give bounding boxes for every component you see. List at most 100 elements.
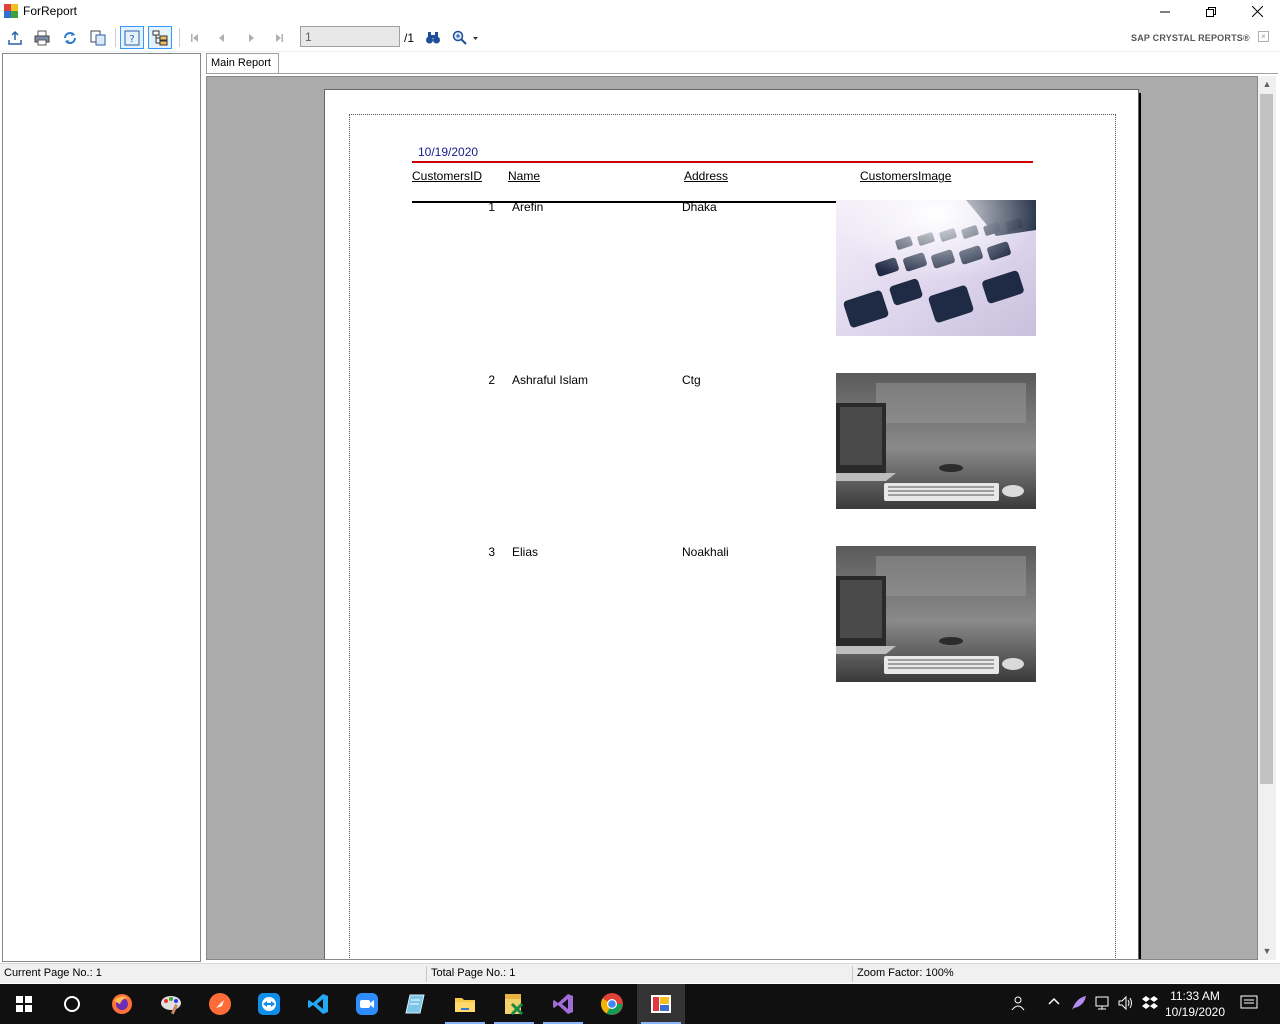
taskbar-firefox[interactable]: [98, 984, 146, 1024]
row-3-customer-image: [836, 546, 1036, 682]
network-icon[interactable]: [1094, 994, 1112, 1012]
taskbar-chrome[interactable]: [588, 984, 636, 1024]
binoculars-icon: [426, 31, 440, 43]
taskbar-paint[interactable]: [147, 984, 195, 1024]
sap-crystal-reports-brand: SAP CRYSTAL REPORTS®: [1131, 33, 1250, 43]
column-header-customers-image: CustomersImage: [860, 169, 952, 183]
page-total-label: /1: [404, 31, 415, 45]
zoom-app-icon: [356, 993, 378, 1015]
people-icon[interactable]: [1010, 994, 1026, 1012]
refresh-button[interactable]: [58, 26, 82, 49]
scroll-up-arrow-icon[interactable]: ▲: [1258, 76, 1276, 93]
chevron-up-icon[interactable]: [1048, 996, 1060, 1008]
scroll-down-arrow-icon[interactable]: ▼: [1258, 943, 1276, 960]
toggle-parameter-panel-button[interactable]: ?: [120, 26, 144, 49]
notification-center-icon[interactable]: [1240, 994, 1258, 1012]
first-page-button[interactable]: [183, 26, 207, 49]
taskbar-postman[interactable]: [196, 984, 244, 1024]
keyboard-closeup-photo: [836, 200, 1036, 336]
window-title: ForReport: [23, 4, 78, 18]
row-2-address: Ctg: [682, 373, 701, 387]
report-date: 10/19/2020: [418, 145, 479, 159]
status-bar: Current Page No.: 1 Total Page No.: 1 Zo…: [0, 963, 1280, 983]
copy-button[interactable]: [86, 26, 110, 49]
restore-icon: [1206, 6, 1216, 17]
dropbox-icon[interactable]: [1141, 994, 1159, 1012]
group-tree-panel[interactable]: [2, 53, 201, 962]
taskbar-forreport[interactable]: [637, 984, 685, 1024]
column-header-name: Name: [508, 169, 541, 183]
desk-laptop-keyboard-photo: [836, 373, 1036, 509]
toolbar-separator: [115, 28, 116, 47]
clock-time: 11:33 AM: [1170, 989, 1220, 1003]
scroll-thumb[interactable]: [1260, 94, 1273, 784]
taskbar-teamviewer[interactable]: [245, 984, 293, 1024]
zoom-icon: [452, 30, 478, 45]
clock-date: 10/19/2020: [1164, 1005, 1226, 1019]
column-header-address: Address: [684, 169, 729, 183]
close-button[interactable]: [1234, 0, 1280, 23]
report-page: 10/19/2020 CustomersID Name Address Cust…: [324, 89, 1139, 959]
tab-main-report[interactable]: Main Report: [206, 53, 279, 73]
row-3-id: 3: [488, 545, 495, 559]
vscode-icon: [308, 994, 328, 1014]
status-current-page: Current Page No.: 1: [4, 967, 102, 979]
taskbar-zoom[interactable]: [343, 984, 391, 1024]
last-page-button[interactable]: [267, 26, 291, 49]
cortana-search-icon: [64, 996, 80, 1012]
next-page-icon: [249, 33, 254, 42]
last-page-icon: [276, 33, 283, 42]
status-total-page: Total Page No.: 1: [431, 967, 516, 979]
svg-text:?: ?: [129, 34, 134, 45]
taskbar-vscode[interactable]: [294, 984, 342, 1024]
header-red-line: [412, 161, 1033, 163]
volume-icon[interactable]: [1117, 994, 1135, 1012]
forreport-icon: [651, 995, 671, 1013]
notepad-icon: [405, 994, 425, 1014]
row-2-id: 2: [488, 373, 495, 387]
row-3-address: Noakhali: [682, 545, 729, 559]
print-button[interactable]: [30, 26, 54, 49]
restore-button[interactable]: [1188, 0, 1234, 23]
postman-icon: [209, 993, 231, 1015]
toggle-group-tree-button[interactable]: [148, 26, 172, 49]
firefox-icon: [112, 994, 132, 1014]
report-viewer-area[interactable]: 10/19/2020 CustomersID Name Address Cust…: [206, 76, 1258, 960]
taskbar-file-explorer[interactable]: [441, 984, 489, 1024]
visual-studio-icon: [553, 994, 573, 1014]
close-icon: [1251, 6, 1263, 17]
desk-laptop-keyboard-photo: [836, 546, 1036, 682]
row-1-name: Arefin: [512, 200, 544, 214]
start-button[interactable]: [0, 984, 48, 1024]
find-text-button[interactable]: [421, 26, 445, 49]
feather-app-icon[interactable]: [1070, 994, 1088, 1012]
file-explorer-icon: [455, 998, 475, 1012]
export-button[interactable]: [3, 26, 27, 49]
row-1-customer-image: [836, 200, 1036, 336]
column-header-customers-id: CustomersID: [412, 169, 483, 183]
taskbar-data-tool[interactable]: [490, 984, 538, 1024]
minimize-button[interactable]: [1142, 0, 1188, 23]
zoom-button[interactable]: [449, 26, 483, 49]
title-bar: ForReport: [0, 0, 1280, 23]
previous-page-button[interactable]: [210, 26, 234, 49]
page-number-input[interactable]: [300, 26, 400, 47]
close-toolbar-icon[interactable]: ×: [1258, 31, 1269, 42]
first-page-icon: [191, 33, 198, 42]
report-toolbar: ? /1 SAP CRYSTAL REPORTS® ×: [0, 23, 1280, 52]
taskbar-clock[interactable]: 11:33 AM 10/19/2020: [1163, 988, 1227, 1020]
printer-icon: [34, 30, 50, 45]
toolbar-separator: [179, 28, 180, 47]
export-icon: [8, 30, 22, 45]
next-page-button[interactable]: [239, 26, 263, 49]
taskbar-visual-studio[interactable]: [539, 984, 587, 1024]
group-tree-icon: [152, 30, 168, 45]
chrome-icon: [601, 993, 623, 1015]
row-1-id: 1: [488, 200, 495, 214]
status-zoom-factor: Zoom Factor: 100%: [857, 967, 954, 979]
teamviewer-icon: [258, 993, 280, 1015]
taskbar-notepad[interactable]: [392, 984, 440, 1024]
copy-icon: [90, 30, 106, 45]
vertical-scrollbar[interactable]: ▲ ▼: [1258, 76, 1276, 960]
search-button[interactable]: [48, 984, 96, 1024]
